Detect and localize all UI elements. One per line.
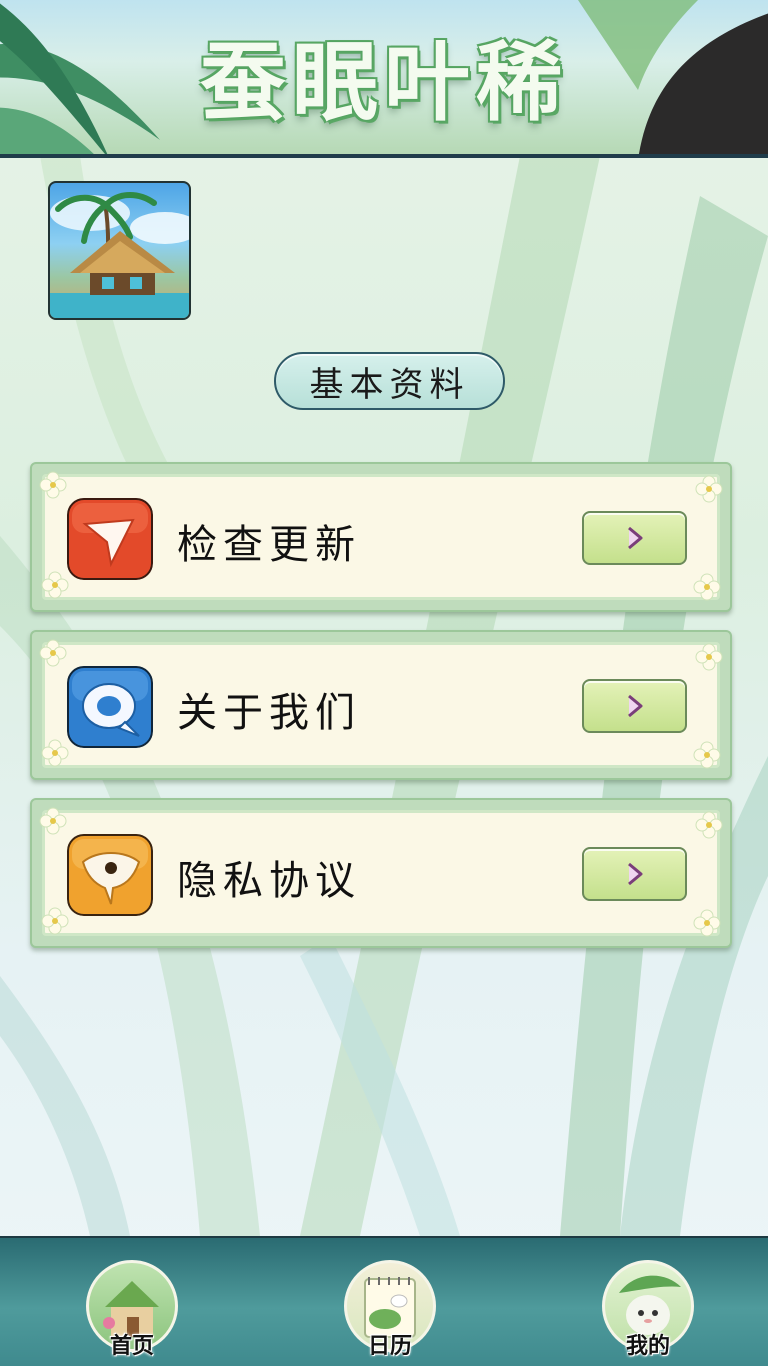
header-banner: 蚕眠叶稀 (0, 0, 768, 158)
arrow-pointer-icon (67, 498, 153, 580)
flower-icon (41, 907, 69, 935)
flower-icon (695, 475, 723, 503)
nav-label: 首页 (109, 1333, 154, 1359)
hut-avatar-image (50, 192, 189, 318)
flower-icon (693, 741, 721, 769)
nav-item-home[interactable]: 首页 (86, 1260, 178, 1364)
menu-item-privacy-policy[interactable]: 隐私协议 (30, 798, 732, 948)
flower-icon (693, 909, 721, 937)
app-title: 蚕眠叶稀 (200, 32, 568, 133)
flower-icon (695, 811, 723, 839)
flower-icon (695, 643, 723, 671)
menu-item-check-update[interactable]: 检查更新 (30, 462, 732, 612)
go-button[interactable] (582, 511, 687, 565)
chat-bubble-icon (67, 666, 153, 748)
flower-icon (39, 807, 67, 835)
menu-item-label: 隐私协议 (177, 858, 361, 904)
flower-icon (41, 739, 69, 767)
nav-item-profile[interactable]: 我的 (602, 1260, 694, 1364)
nav-label: 我的 (625, 1333, 670, 1359)
menu-item-label: 检查更新 (177, 522, 361, 568)
avatar[interactable] (48, 181, 191, 320)
profile-section-title: 基本资料 (274, 352, 505, 410)
flower-icon (39, 471, 67, 499)
nav-item-calendar[interactable]: 日历 (344, 1260, 436, 1364)
go-button[interactable] (582, 847, 687, 901)
chevron-right-icon (627, 694, 642, 718)
nav-label: 日历 (367, 1333, 412, 1359)
go-button[interactable] (582, 679, 687, 733)
chevron-right-icon (627, 862, 642, 886)
shield-mask-icon (67, 834, 153, 916)
menu-item-label: 关于我们 (177, 690, 361, 736)
section-title-text: 基本资料 (309, 364, 470, 405)
bottom-navigation: 首页 日历 我的 (0, 1236, 768, 1366)
flower-icon (39, 639, 67, 667)
menu-item-about-us[interactable]: 关于我们 (30, 630, 732, 780)
flower-icon (41, 571, 69, 599)
flower-icon (693, 573, 721, 601)
chevron-right-icon (627, 526, 642, 550)
